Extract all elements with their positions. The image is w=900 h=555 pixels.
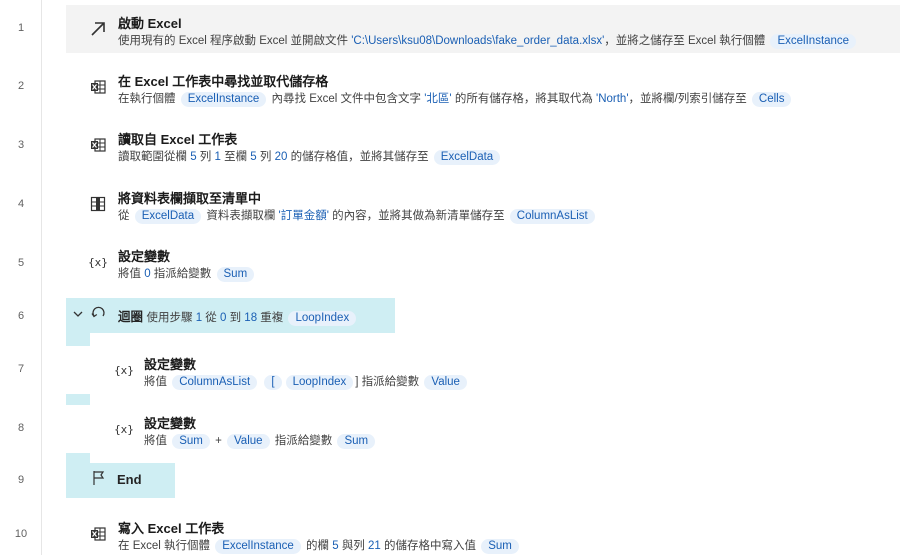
variable-token[interactable]: ExcelInstance: [180, 92, 267, 107]
variable-icon: {x}: [114, 363, 134, 377]
file-path: 'C:\Users\ksu08\Downloads\fake_order_dat…: [351, 35, 605, 47]
variable-token[interactable]: LoopIndex: [288, 311, 357, 326]
line-number: 9: [17, 474, 25, 486]
excel-icon: [88, 77, 108, 97]
variable-token[interactable]: ExcelData: [433, 150, 501, 165]
action-title: 啟動 Excel: [118, 16, 182, 31]
variable-token[interactable]: Value: [226, 434, 270, 449]
action-description: 將值 0 指派給變數 Sum: [118, 265, 256, 282]
action-title: 設定變數: [144, 357, 197, 372]
variable-token[interactable]: Cells: [751, 92, 792, 107]
action-description: 使用步驟 1 從 0 到 18 重複 LoopIndex: [147, 311, 359, 326]
action-description: 在 Excel 執行個體 ExcelInstance 的欄 5 與列 21 的儲…: [118, 537, 521, 554]
line-number: 6: [17, 310, 25, 322]
line-number: 8: [17, 422, 25, 434]
action-title: 設定變數: [118, 249, 171, 264]
action-set-variable[interactable]: {x} 設定變數 將值 ColumnAsList [LoopIndex] 指派給…: [66, 346, 900, 394]
line-number: 10: [14, 528, 28, 540]
variable-token[interactable]: ExcelInstance: [215, 539, 301, 554]
flag-icon: [92, 470, 108, 486]
action-description: 讀取範圍從欄 5 列 1 至欄 5 列 20 的儲存格值，並將其儲存至 Exce…: [118, 148, 502, 165]
variable-token[interactable]: ColumnAsList: [509, 209, 595, 224]
variable-token[interactable]: Sum: [481, 539, 519, 554]
loop-header: 迴圈 使用步驟 1 從 0 到 18 重複 LoopIndex: [118, 306, 358, 326]
loop-end-label: End: [117, 472, 142, 487]
loop-icon: [90, 304, 108, 322]
action-title: 將資料表欄擷取至清單中: [118, 191, 262, 206]
variable-token[interactable]: Sum: [216, 267, 255, 282]
line-number: 3: [17, 139, 25, 151]
variable-token[interactable]: Value: [424, 375, 467, 390]
action-find-replace-cells[interactable]: 在 Excel 工作表中尋找並取代儲存格 在執行個體 ExcelInstance…: [66, 63, 900, 111]
line-number: 1: [17, 22, 25, 34]
action-description: 在執行個體 ExcelInstance 內尋找 Excel 文件中包含文字 '北…: [118, 90, 793, 107]
line-number: 5: [17, 257, 25, 269]
action-title: 讀取自 Excel 工作表: [118, 132, 238, 147]
variable-token[interactable]: ExcelInstance: [770, 34, 857, 49]
line-number: 7: [17, 363, 25, 375]
line-number: 2: [17, 80, 25, 92]
excel-icon: [88, 135, 108, 155]
action-set-variable[interactable]: {x} 設定變數 將值 0 指派給變數 Sum: [66, 238, 900, 286]
excel-icon: [88, 524, 108, 544]
action-launch-excel[interactable]: 啟動 Excel 使用現有的 Excel 程序啟動 Excel 並開啟文件 'C…: [66, 5, 900, 53]
table-column-icon: [88, 194, 108, 214]
variable-token[interactable]: ColumnAsList: [172, 375, 258, 390]
action-read-excel[interactable]: 讀取自 Excel 工作表 讀取範圍從欄 5 列 1 至欄 5 列 20 的儲存…: [66, 121, 900, 169]
line-number: 4: [17, 198, 25, 210]
variable-token[interactable]: Sum: [172, 434, 210, 449]
action-description: 使用現有的 Excel 程序啟動 Excel 並開啟文件 'C:\Users\k…: [118, 32, 858, 49]
variable-icon: {x}: [114, 422, 134, 436]
action-write-excel[interactable]: 寫入 Excel 工作表 在 Excel 執行個體 ExcelInstance …: [66, 510, 900, 555]
variable-token[interactable]: ExcelData: [134, 209, 202, 224]
variable-token[interactable]: LoopIndex: [285, 375, 354, 390]
action-extract-column[interactable]: 將資料表欄擷取至清單中 從 ExcelData 資料表擷取欄 '訂單金額' 的內…: [66, 180, 900, 228]
action-title: 寫入 Excel 工作表: [118, 521, 225, 536]
action-description: 將值 ColumnAsList [LoopIndex] 指派給變數 Value: [144, 373, 469, 390]
action-set-variable[interactable]: {x} 設定變數 將值 Sum + Value 指派給變數 Sum: [66, 405, 900, 453]
arrow-up-right-icon: [88, 19, 108, 39]
action-title: 迴圈: [118, 310, 144, 324]
chevron-down-icon[interactable]: [72, 307, 84, 321]
action-title: 在 Excel 工作表中尋找並取代儲存格: [118, 74, 329, 89]
action-description: 將值 Sum + Value 指派給變數 Sum: [144, 432, 377, 449]
action-title: 設定變數: [144, 416, 197, 431]
action-description: 從 ExcelData 資料表擷取欄 '訂單金額' 的內容，並將其做為新清單儲存…: [118, 207, 597, 224]
variable-token[interactable]: Sum: [337, 434, 376, 449]
variable-icon: {x}: [88, 255, 108, 269]
